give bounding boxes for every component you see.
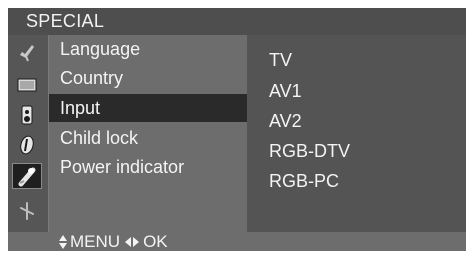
- menu-item-power-indicator[interactable]: Power indicator: [49, 153, 247, 181]
- picture-icon[interactable]: [12, 40, 42, 66]
- ok-hint-label: OK: [143, 232, 168, 251]
- menu-item-country[interactable]: Country: [49, 64, 247, 92]
- submenu-item-rgb-pc[interactable]: RGB-PC: [269, 167, 339, 195]
- category-icon-column: [8, 35, 49, 232]
- menu-title: SPECIAL: [8, 8, 466, 35]
- screen-icon[interactable]: [12, 72, 42, 98]
- left-right-arrow-icon: [124, 236, 140, 248]
- menu-item-input[interactable]: Input: [49, 94, 247, 122]
- main-menu: Language Country Input Child lock Power …: [49, 35, 247, 232]
- input-submenu: TV AV1 AV2 RGB-DTV RGB-PC: [247, 35, 466, 232]
- audio-icon[interactable]: [12, 102, 42, 128]
- submenu-item-av2[interactable]: AV2: [269, 107, 302, 135]
- menu-item-language[interactable]: Language: [49, 35, 247, 63]
- menu-hint-label: MENU: [70, 232, 121, 251]
- submenu-item-rgb-dtv[interactable]: RGB-DTV: [269, 137, 350, 165]
- up-down-arrow-icon: [58, 234, 68, 250]
- special-icon[interactable]: [12, 163, 42, 189]
- navigation-hint-bar: MENU OK: [8, 232, 466, 251]
- osd-menu: SPECIAL Language Country Input Child loc…: [8, 8, 466, 251]
- submenu-item-av1[interactable]: AV1: [269, 77, 302, 105]
- settings-icon[interactable]: [12, 198, 42, 224]
- time-icon[interactable]: [12, 132, 42, 158]
- submenu-item-tv[interactable]: TV: [269, 46, 292, 74]
- menu-item-child-lock[interactable]: Child lock: [49, 124, 247, 152]
